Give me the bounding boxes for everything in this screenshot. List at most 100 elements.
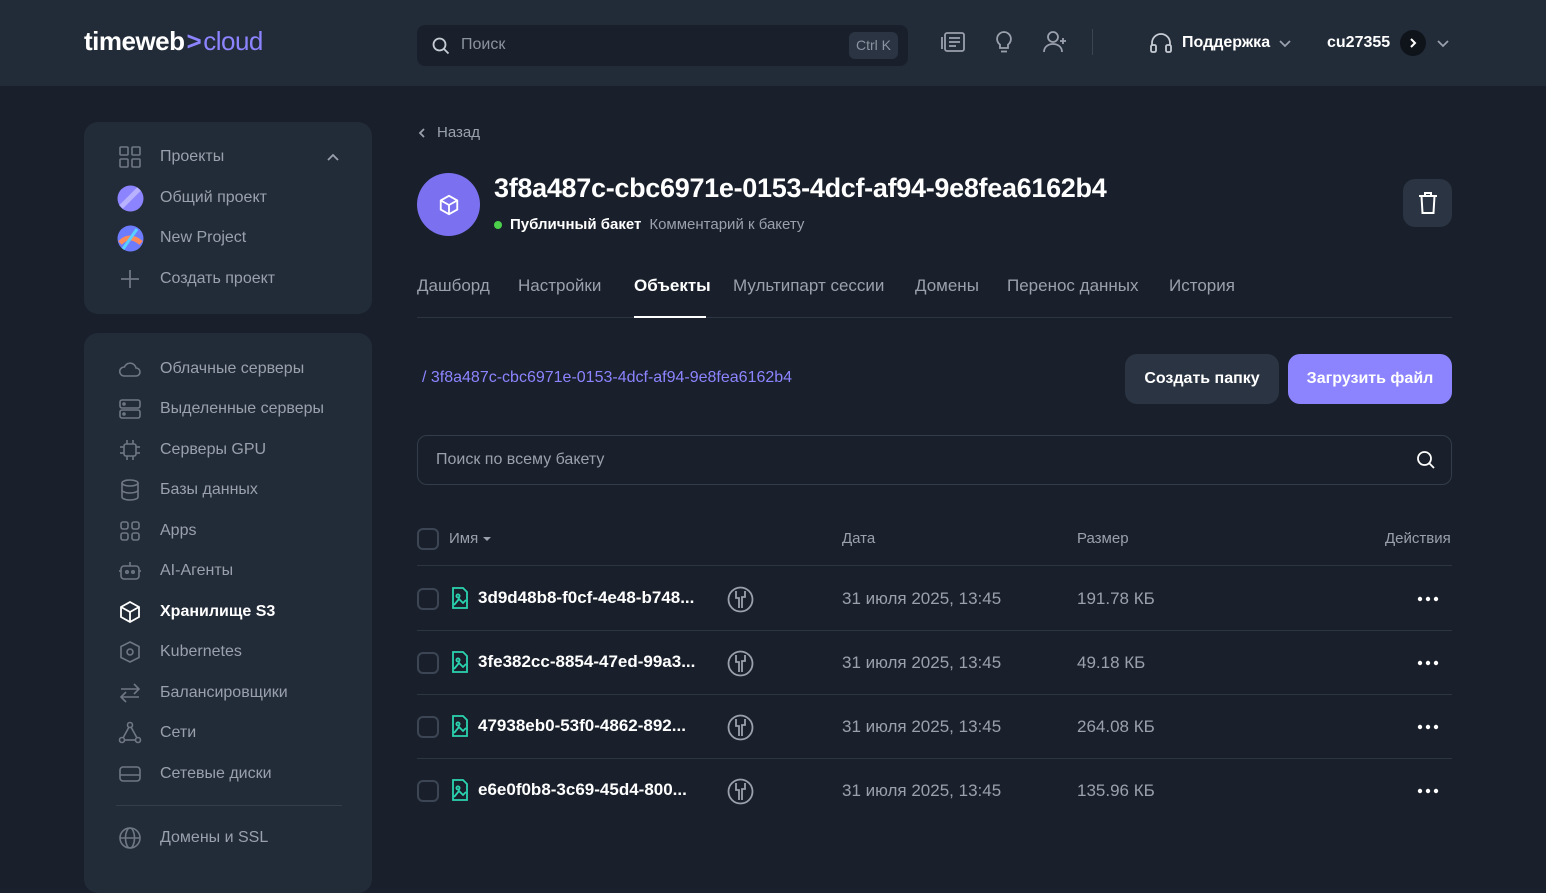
- delete-bucket-button[interactable]: [1403, 179, 1452, 227]
- table-row[interactable]: 47938eb0-53f0-4862-892... 31 июля 2025, …: [417, 695, 1452, 759]
- nav-label: Сетевые диски: [160, 765, 272, 782]
- select-all-checkbox[interactable]: [417, 528, 439, 550]
- row-checkbox[interactable]: [417, 652, 439, 674]
- project-avatar: [116, 184, 144, 212]
- image-file-icon: [452, 651, 468, 673]
- projects-title: Проекты: [160, 148, 225, 165]
- row-checkbox[interactable]: [417, 780, 439, 802]
- nav-item-domains-ssl[interactable]: Домены и SSL: [116, 824, 268, 852]
- project-item-new[interactable]: New Project: [116, 224, 246, 252]
- project-item-general[interactable]: Общий проект: [116, 184, 267, 212]
- nav-item-databases[interactable]: Базы данных: [116, 476, 258, 504]
- public-access-icon[interactable]: [727, 650, 754, 677]
- tab-data-transfer[interactable]: Перенос данных: [1007, 276, 1139, 296]
- public-access-icon[interactable]: [727, 778, 754, 805]
- public-access-icon[interactable]: [727, 714, 754, 741]
- logo-separator: >: [186, 26, 202, 56]
- nav-label: AI-Агенты: [160, 562, 234, 579]
- tab-domains[interactable]: Домены: [915, 276, 979, 296]
- nav-item-network-disks[interactable]: Сетевые диски: [116, 760, 272, 788]
- column-name-header[interactable]: Имя: [449, 530, 492, 547]
- tab-history[interactable]: История: [1169, 276, 1235, 296]
- public-access-icon[interactable]: [727, 586, 754, 613]
- cube-icon: [116, 598, 144, 626]
- table-row[interactable]: 3d9d48b8-f0cf-4e48-b748... 31 июля 2025,…: [417, 567, 1452, 631]
- add-user-icon[interactable]: [1041, 28, 1069, 56]
- object-path-breadcrumb[interactable]: / 3f8a487c-cbc6971e-0153-4dcf-af94-9e8fe…: [422, 369, 792, 387]
- column-date-header[interactable]: Дата: [842, 530, 875, 547]
- tab-settings[interactable]: Настройки: [518, 276, 601, 296]
- nav-item-s3-storage[interactable]: Хранилище S3: [116, 598, 275, 626]
- nav-label: Балансировщики: [160, 684, 288, 701]
- nav-item-networks[interactable]: Сети: [116, 719, 196, 747]
- more-actions-icon[interactable]: [1413, 651, 1443, 675]
- robot-icon: [116, 557, 144, 585]
- table-row[interactable]: e6e0f0b8-3c69-45d4-800... 31 июля 2025, …: [417, 759, 1452, 823]
- file-name[interactable]: e6e0f0b8-3c69-45d4-800...: [478, 780, 687, 800]
- bucket-tabs: Дашборд Настройки Объекты Мультипарт сес…: [417, 274, 1452, 318]
- search-icon[interactable]: [1415, 449, 1437, 471]
- file-size: 135.96 КБ: [1077, 781, 1155, 800]
- image-file-icon: [452, 779, 468, 801]
- grid-icon: [116, 143, 144, 171]
- nav-item-balancers[interactable]: Балансировщики: [116, 679, 288, 707]
- image-file-icon: [452, 715, 468, 737]
- user-arrow-button[interactable]: [1400, 30, 1427, 56]
- kubernetes-icon: [116, 638, 144, 666]
- global-search-input[interactable]: Поиск Ctrl K: [417, 25, 908, 66]
- lightbulb-icon[interactable]: [990, 28, 1018, 56]
- logo[interactable]: timeweb>cloud: [84, 26, 263, 57]
- user-menu[interactable]: cu27355: [1327, 29, 1450, 57]
- image-file-icon: [452, 587, 468, 609]
- file-size: 264.08 КБ: [1077, 717, 1155, 736]
- chevron-right-icon: [1410, 38, 1417, 48]
- row-checkbox[interactable]: [417, 716, 439, 738]
- disk-icon: [116, 760, 144, 788]
- logo-text: timeweb: [84, 26, 185, 56]
- back-link[interactable]: Назад: [417, 124, 480, 141]
- nav-label: Kubernetes: [160, 643, 242, 660]
- more-actions-icon[interactable]: [1413, 715, 1443, 739]
- upload-file-button[interactable]: Загрузить файл: [1288, 354, 1452, 404]
- apps-icon: [116, 517, 144, 545]
- nav-item-gpu-servers[interactable]: Серверы GPU: [116, 436, 266, 464]
- support-menu[interactable]: Поддержка: [1148, 29, 1292, 57]
- nav-label: Облачные серверы: [160, 360, 305, 377]
- news-icon[interactable]: [940, 28, 968, 56]
- more-actions-icon[interactable]: [1413, 779, 1443, 803]
- nav-item-ai-agents[interactable]: AI-Агенты: [116, 557, 233, 585]
- file-name[interactable]: 3fe382cc-8854-47ed-99a3...: [478, 652, 695, 672]
- row-checkbox[interactable]: [417, 588, 439, 610]
- arrows-swap-icon: [116, 679, 144, 707]
- project-label: Общий проект: [160, 189, 267, 206]
- tab-multipart-sessions[interactable]: Мультипарт сессии: [733, 276, 884, 296]
- username: cu27355: [1327, 34, 1391, 51]
- column-size-header[interactable]: Размер: [1077, 530, 1129, 547]
- nav-item-dedicated-servers[interactable]: Выделенные серверы: [116, 395, 324, 423]
- more-actions-icon[interactable]: [1413, 587, 1443, 611]
- file-name[interactable]: 47938eb0-53f0-4862-892...: [478, 716, 686, 736]
- server-icon: [116, 395, 144, 423]
- top-bar: timeweb>cloud Поиск Ctrl K Поддержка cu2…: [0, 0, 1546, 86]
- table-row[interactable]: 3fe382cc-8854-47ed-99a3... 31 июля 2025,…: [417, 631, 1452, 695]
- nav-item-apps[interactable]: Apps: [116, 517, 196, 545]
- chevron-up-icon[interactable]: [326, 151, 340, 163]
- chevron-down-icon[interactable]: [1436, 36, 1450, 50]
- back-label: Назад: [437, 124, 480, 141]
- nav-label: Хранилище S3: [160, 603, 276, 620]
- file-name[interactable]: 3d9d48b8-f0cf-4e48-b748...: [478, 588, 694, 608]
- file-date: 31 июля 2025, 13:45: [842, 717, 1002, 736]
- create-project-button[interactable]: Создать проект: [116, 265, 275, 293]
- projects-header[interactable]: Проекты: [116, 143, 224, 171]
- nav-label: Сети: [160, 724, 197, 741]
- nav-item-cloud-servers[interactable]: Облачные серверы: [116, 355, 304, 383]
- tab-objects[interactable]: Объекты: [634, 276, 711, 296]
- project-label: New Project: [160, 229, 247, 246]
- search-icon: [432, 37, 450, 55]
- nav-item-kubernetes[interactable]: Kubernetes: [116, 638, 242, 666]
- create-folder-button[interactable]: Создать папку: [1125, 354, 1279, 404]
- tab-dashboard[interactable]: Дашборд: [417, 276, 490, 296]
- project-avatar: [116, 224, 144, 252]
- bucket-comment[interactable]: Комментарий к бакету: [649, 216, 804, 233]
- bucket-search-input[interactable]: Поиск по всему бакету: [417, 435, 1452, 485]
